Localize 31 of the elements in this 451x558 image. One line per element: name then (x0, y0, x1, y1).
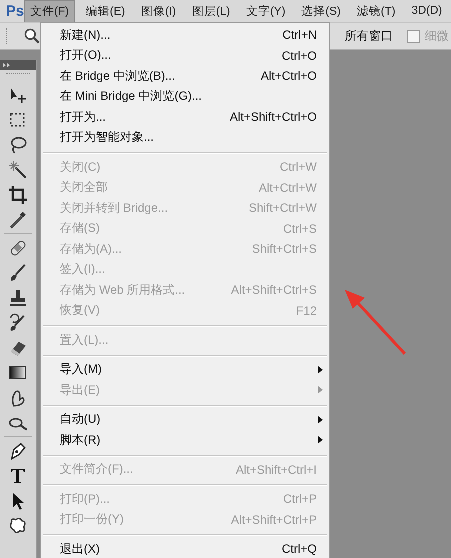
menu-item[interactable]: 脚本(R) (41, 430, 329, 450)
menu-item[interactable]: 在 Mini Bridge 中浏览(G)... (41, 86, 329, 107)
menu-item[interactable]: 在 Bridge 中浏览(B)... Alt+Ctrl+O (41, 66, 329, 86)
menu-item[interactable]: 自动(U) (41, 410, 329, 430)
app-logo: Ps (6, 2, 24, 20)
menu-item[interactable]: 退出(X) Ctrl+Q (41, 539, 329, 558)
magic-wand-icon[interactable] (8, 160, 28, 180)
expand-icon[interactable] (3, 62, 11, 68)
menu-title[interactable]: 3D(D) (406, 2, 448, 20)
brush-icon[interactable] (8, 262, 28, 282)
pen-icon[interactable] (8, 440, 28, 460)
menu-title[interactable]: 滤镜(T) (352, 0, 401, 22)
menu-title[interactable]: 选择(S) (296, 0, 346, 22)
menu-title[interactable]: 编辑(E) (81, 0, 130, 22)
crop-tool-icon[interactable] (8, 184, 28, 204)
menu-title[interactable]: 图层(L) (187, 0, 236, 22)
menu-item[interactable]: 新建(N)... Ctrl+N (41, 25, 329, 46)
menu-item[interactable]: 打开为... Alt+Shift+Ctrl+O (41, 107, 329, 128)
menu-title[interactable]: 文件(F) (24, 0, 76, 22)
search-icon[interactable] (24, 28, 40, 44)
menu-item[interactable]: 打开(O)... Ctrl+O (41, 46, 329, 66)
checkbox[interactable] (407, 30, 420, 42)
eyedropper-icon[interactable] (8, 210, 28, 230)
menu-title[interactable]: 图像(I) (136, 0, 182, 22)
option-label: 所有窗口 (345, 28, 393, 44)
stamp-icon[interactable] (8, 288, 28, 308)
custom-shape-icon[interactable] (8, 516, 28, 536)
menu-title[interactable]: 文字(Y) (241, 0, 291, 22)
menu-item[interactable]: 导入(M) (41, 360, 329, 380)
checkbox-label: 细微 (425, 28, 449, 44)
menu-item[interactable]: 打开为智能对象... (41, 128, 329, 148)
